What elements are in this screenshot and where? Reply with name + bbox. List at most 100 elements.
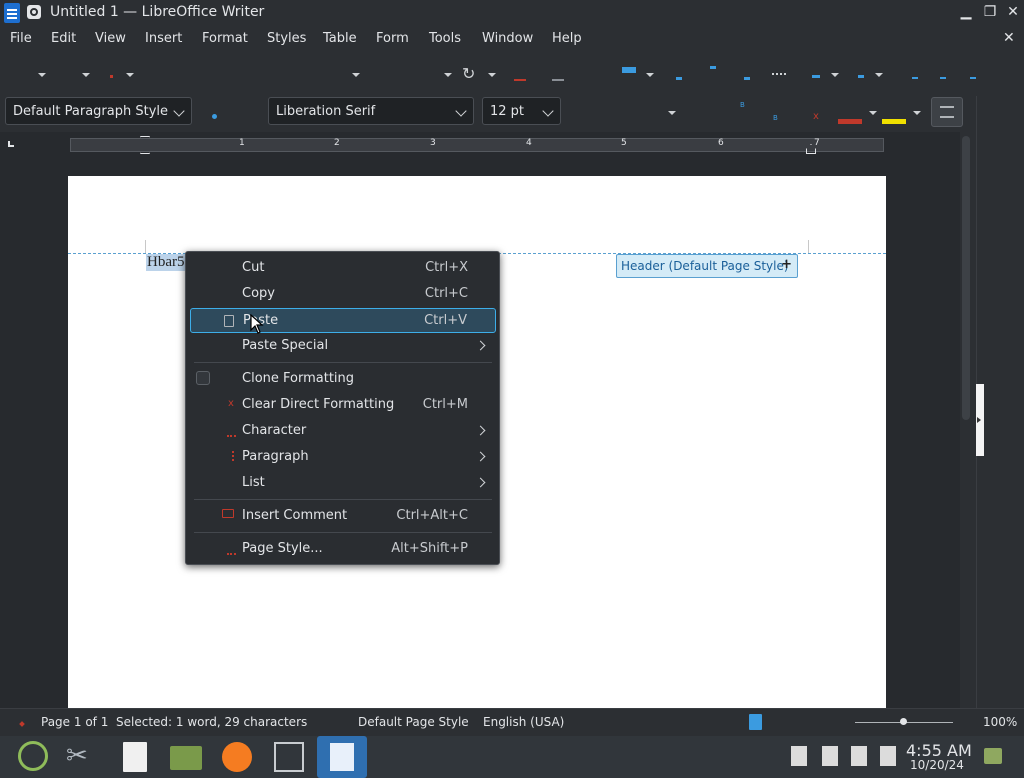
menu-separator — [194, 362, 492, 363]
ctx-copy[interactable]: Copy Ctrl+C — [190, 282, 496, 306]
spelling-icon[interactable] — [514, 79, 526, 81]
menu-edit[interactable]: Edit — [51, 31, 76, 46]
page-break-icon[interactable] — [772, 73, 786, 77]
undo-dropdown-icon[interactable] — [444, 73, 452, 77]
font-size-value: 12 pt — [490, 104, 525, 119]
writer-app-icon[interactable] — [4, 3, 20, 23]
menu-tools[interactable]: Tools — [429, 31, 461, 46]
word-count[interactable]: Selected: 1 word, 29 characters — [116, 715, 307, 729]
new-dropdown-icon[interactable] — [38, 73, 46, 77]
menu-file[interactable]: File — [10, 31, 32, 46]
tray-icon[interactable] — [822, 746, 838, 766]
screenshot-tool-icon[interactable] — [274, 742, 304, 772]
open-dropdown-icon[interactable] — [82, 73, 90, 77]
maximize-icon[interactable]: ❐ — [982, 4, 998, 20]
footnote-icon[interactable] — [940, 77, 946, 79]
comment-icon — [222, 509, 234, 518]
hyperlink-icon[interactable] — [912, 77, 918, 79]
menu-format[interactable]: Format — [202, 31, 248, 46]
insert-textbox-icon[interactable] — [744, 77, 750, 80]
system-settings-icon[interactable]: ✂ — [66, 742, 88, 770]
menu-window[interactable]: Window — [482, 31, 533, 46]
formatting-marks-icon[interactable] — [552, 79, 564, 81]
font-size-select[interactable]: 12 pt — [482, 97, 561, 125]
menu-table[interactable]: Table — [323, 31, 357, 46]
ctx-cut[interactable]: Cut Ctrl+X — [190, 256, 496, 280]
insert-table-icon[interactable] — [622, 67, 636, 73]
save-dropdown-icon[interactable] — [126, 73, 134, 77]
align-left-icon — [940, 106, 954, 118]
sidebar-toggle-handle[interactable] — [976, 384, 984, 456]
writer-taskbar-button[interactable] — [317, 736, 367, 778]
menu-separator — [194, 532, 492, 533]
table-dropdown-icon[interactable] — [646, 73, 654, 77]
font-name-select[interactable]: Liberation Serif — [268, 97, 474, 125]
ctx-clear-direct-formatting[interactable]: x Clear Direct Formatting Ctrl+M — [190, 393, 496, 417]
paragraph-style-select[interactable]: Default Paragraph Style — [5, 97, 192, 125]
ctx-paragraph[interactable]: Paragraph — [190, 445, 496, 469]
save-icon[interactable] — [110, 75, 113, 78]
window-menu-icon[interactable] — [27, 5, 41, 19]
scrollbar-thumb[interactable] — [962, 136, 970, 420]
tab-stop-icon[interactable] — [8, 141, 14, 147]
insert-image-icon[interactable] — [676, 77, 682, 80]
window-title: Untitled 1 — LibreOffice Writer — [50, 4, 265, 20]
font-color-dropdown-icon[interactable] — [869, 111, 877, 115]
firefox-icon[interactable] — [222, 742, 252, 772]
close-icon[interactable]: ✕ — [1005, 4, 1021, 20]
insert-field-icon[interactable] — [812, 75, 820, 78]
font-color-icon[interactable] — [838, 119, 862, 124]
underline-dropdown-icon[interactable] — [668, 111, 676, 115]
close-document-icon[interactable]: ✕ — [1003, 30, 1015, 46]
menu-help[interactable]: Help — [552, 31, 582, 46]
menu-view[interactable]: View — [95, 31, 126, 46]
header-tag-button[interactable]: Header (Default Page Style) + — [616, 254, 798, 278]
ctx-character[interactable]: Character — [190, 419, 496, 443]
menu-insert[interactable]: Insert — [145, 31, 182, 46]
app-launcher-icon[interactable] — [18, 741, 48, 771]
ctx-paste-special[interactable]: Paste Special — [190, 334, 496, 358]
comment-icon[interactable] — [970, 77, 976, 79]
update-style-icon[interactable] — [212, 114, 217, 119]
ctx-list[interactable]: List — [190, 471, 496, 495]
chevron-right-icon — [475, 340, 486, 351]
ctx-clone-formatting[interactable]: Clone Formatting — [190, 367, 496, 391]
tray-icon[interactable] — [791, 746, 807, 766]
show-desktop-icon[interactable] — [984, 748, 1002, 764]
zoom-slider-handle[interactable] — [900, 718, 907, 725]
ctx-page-style[interactable]: Page Style... Alt+Shift+P — [190, 537, 496, 561]
insert-chart-icon[interactable] — [710, 66, 716, 69]
redo-icon[interactable]: ↻ — [462, 64, 475, 83]
page-style-status[interactable]: Default Page Style — [358, 715, 469, 729]
special-char-dropdown-icon[interactable] — [875, 73, 883, 77]
horizontal-ruler[interactable] — [70, 138, 884, 152]
text-editor-icon[interactable] — [123, 742, 147, 772]
field-dropdown-icon[interactable] — [831, 73, 839, 77]
minimize-icon[interactable]: ▁ — [958, 4, 974, 20]
special-char-icon[interactable] — [858, 75, 864, 78]
page-count[interactable]: Page 1 of 1 — [41, 715, 108, 729]
tray-icon[interactable] — [880, 746, 896, 766]
standard-toolbar — [0, 52, 1024, 96]
ctx-paste[interactable]: Paste Ctrl+V — [190, 308, 496, 333]
highlight-color-icon[interactable] — [882, 119, 906, 124]
selected-text[interactable]: Hbar5 — [146, 254, 186, 271]
subscript-icon[interactable]: B — [773, 114, 778, 122]
clear-formatting-icon[interactable]: x — [813, 111, 819, 122]
single-page-view-icon[interactable] — [749, 714, 762, 730]
redo-dropdown-icon[interactable] — [488, 73, 496, 77]
clone-dropdown-icon[interactable] — [352, 73, 360, 77]
file-manager-icon[interactable] — [170, 746, 202, 770]
clipboard-icon — [224, 315, 234, 327]
language-status[interactable]: English (USA) — [483, 715, 564, 729]
ctx-insert-comment[interactable]: Insert Comment Ctrl+Alt+C — [190, 504, 496, 528]
tray-icon[interactable] — [851, 746, 867, 766]
superscript-icon[interactable]: B — [740, 101, 745, 109]
mouse-cursor-icon — [250, 314, 264, 334]
highlight-dropdown-icon[interactable] — [913, 111, 921, 115]
clock-date[interactable]: 10/20/24 — [910, 758, 964, 772]
menu-styles[interactable]: Styles — [267, 31, 306, 46]
align-left-button[interactable] — [931, 97, 963, 127]
zoom-level[interactable]: 100% — [983, 715, 1017, 729]
menu-form[interactable]: Form — [376, 31, 409, 46]
